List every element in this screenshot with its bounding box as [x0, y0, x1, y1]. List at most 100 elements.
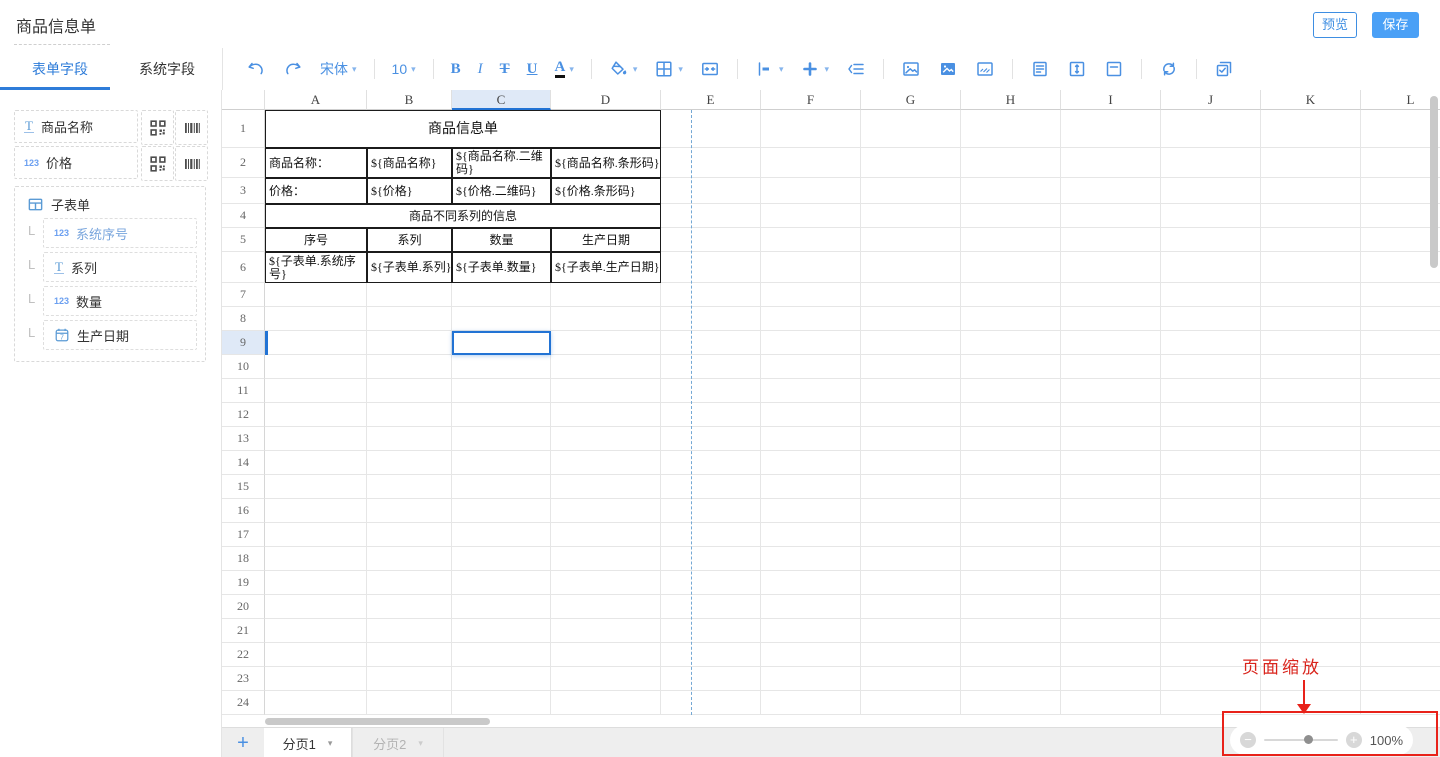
grid-cell[interactable]	[1161, 403, 1261, 427]
grid-cell[interactable]	[1161, 307, 1261, 331]
strikethrough-icon[interactable]: T	[500, 61, 510, 78]
grid-cell[interactable]	[1061, 547, 1161, 571]
column-header-C[interactable]: C	[452, 90, 551, 110]
grid-cell[interactable]	[961, 691, 1061, 715]
grid-cell[interactable]	[1261, 595, 1361, 619]
row-header-14[interactable]: 14	[222, 451, 265, 475]
grid-cell[interactable]	[861, 178, 961, 204]
grid-cell[interactable]	[761, 619, 861, 643]
grid-cell[interactable]	[1161, 571, 1261, 595]
row-header-9[interactable]: 9	[222, 331, 265, 355]
row-header-5[interactable]: 5	[222, 228, 265, 252]
grid-cell[interactable]	[551, 595, 661, 619]
grid-cell[interactable]	[861, 475, 961, 499]
row-header-4[interactable]: 4	[222, 204, 265, 228]
grid-cell[interactable]	[1161, 110, 1261, 148]
grid-cell[interactable]	[1361, 619, 1440, 643]
grid-cell[interactable]	[1261, 252, 1361, 283]
grid-cell[interactable]	[452, 451, 551, 475]
grid-corner[interactable]	[222, 90, 265, 110]
grid-cell[interactable]	[1261, 110, 1361, 148]
grid-cell[interactable]	[1361, 499, 1440, 523]
row-header-10[interactable]: 10	[222, 355, 265, 379]
subform-field-3[interactable]: L123数量	[43, 286, 197, 316]
barcode-button[interactable]	[175, 110, 208, 145]
grid-cell[interactable]	[1361, 403, 1440, 427]
qrcode-button[interactable]	[141, 110, 174, 145]
grid-cell[interactable]	[961, 619, 1061, 643]
grid-cell[interactable]	[661, 571, 761, 595]
grid-cell[interactable]	[661, 204, 761, 228]
grid-cell[interactable]	[661, 619, 761, 643]
grid-cell[interactable]	[861, 403, 961, 427]
row-header-6[interactable]: 6	[222, 252, 265, 283]
grid-cell[interactable]	[1261, 523, 1361, 547]
grid-cell[interactable]	[1161, 204, 1261, 228]
grid-cell[interactable]	[452, 475, 551, 499]
grid-cell[interactable]	[551, 643, 661, 667]
grid-cell[interactable]	[861, 283, 961, 307]
zoom-out-button[interactable]: −	[1240, 732, 1256, 748]
grid-cell[interactable]	[761, 331, 861, 355]
form-cell[interactable]: 商品不同系列的信息	[265, 204, 661, 228]
grid-cell[interactable]	[961, 204, 1061, 228]
grid-cell[interactable]	[961, 451, 1061, 475]
grid-cell[interactable]	[1261, 355, 1361, 379]
grid-cell[interactable]	[367, 643, 452, 667]
column-header-H[interactable]: H	[961, 90, 1061, 110]
grid-cell[interactable]	[661, 451, 761, 475]
row-header-2[interactable]: 2	[222, 148, 265, 178]
grid-cell[interactable]	[265, 355, 367, 379]
grid-cell[interactable]	[661, 691, 761, 715]
grid-cell[interactable]	[1061, 228, 1161, 252]
grid-cell[interactable]	[1361, 355, 1440, 379]
grid-cell[interactable]	[1061, 204, 1161, 228]
grid-cell[interactable]	[367, 523, 452, 547]
form-cell[interactable]: 商品名称：	[265, 148, 367, 178]
tab-form-fields[interactable]: 表单字段	[5, 48, 115, 90]
bold-icon[interactable]: B	[451, 61, 461, 78]
page-setup-icon[interactable]	[1030, 59, 1050, 79]
zoom-slider-handle[interactable]	[1304, 735, 1313, 744]
grid-cell[interactable]	[961, 252, 1061, 283]
vertical-scrollbar[interactable]	[1430, 96, 1438, 268]
grid-cell[interactable]	[961, 475, 1061, 499]
grid-cell[interactable]	[961, 110, 1061, 148]
form-cell[interactable]: 商品信息单	[265, 110, 661, 148]
grid-cell[interactable]	[1361, 667, 1440, 691]
grid-cell[interactable]	[961, 595, 1061, 619]
form-cell[interactable]: ${商品名称.二维码}	[452, 148, 551, 178]
subform-field-1[interactable]: L123系统序号	[43, 218, 197, 248]
grid-cell[interactable]	[452, 307, 551, 331]
indent-icon[interactable]	[846, 59, 866, 79]
grid-cell[interactable]	[861, 331, 961, 355]
grid-cell[interactable]	[861, 571, 961, 595]
grid-cell[interactable]	[761, 667, 861, 691]
grid-cell[interactable]	[761, 571, 861, 595]
borders-icon[interactable]: ▾	[654, 59, 683, 79]
grid-cell[interactable]	[1261, 691, 1361, 715]
grid-cell[interactable]	[1261, 148, 1361, 178]
grid-cell[interactable]	[1161, 355, 1261, 379]
column-header-B[interactable]: B	[367, 90, 452, 110]
grid-cell[interactable]	[1061, 379, 1161, 403]
grid-cell[interactable]	[367, 691, 452, 715]
grid-cell[interactable]	[1161, 228, 1261, 252]
align-icon[interactable]: ▾	[755, 59, 784, 79]
grid-cell[interactable]	[1061, 451, 1161, 475]
grid-cell[interactable]	[1361, 691, 1440, 715]
grid-cell[interactable]	[1261, 307, 1361, 331]
grid-cell[interactable]	[265, 475, 367, 499]
grid-cell[interactable]	[1261, 619, 1361, 643]
grid-cell[interactable]	[1361, 148, 1440, 178]
subform-group[interactable]: 子表单 L123系统序号LT系列L123数量L7生产日期	[14, 186, 206, 362]
column-header-L[interactable]: L	[1361, 90, 1440, 110]
grid-cell[interactable]	[367, 355, 452, 379]
row-header-18[interactable]: 18	[222, 547, 265, 571]
grid-cell[interactable]	[551, 499, 661, 523]
grid-cell[interactable]	[1361, 571, 1440, 595]
grid-cell[interactable]	[367, 571, 452, 595]
grid-cell[interactable]	[367, 427, 452, 451]
row-header-19[interactable]: 19	[222, 571, 265, 595]
grid-cell[interactable]	[452, 547, 551, 571]
